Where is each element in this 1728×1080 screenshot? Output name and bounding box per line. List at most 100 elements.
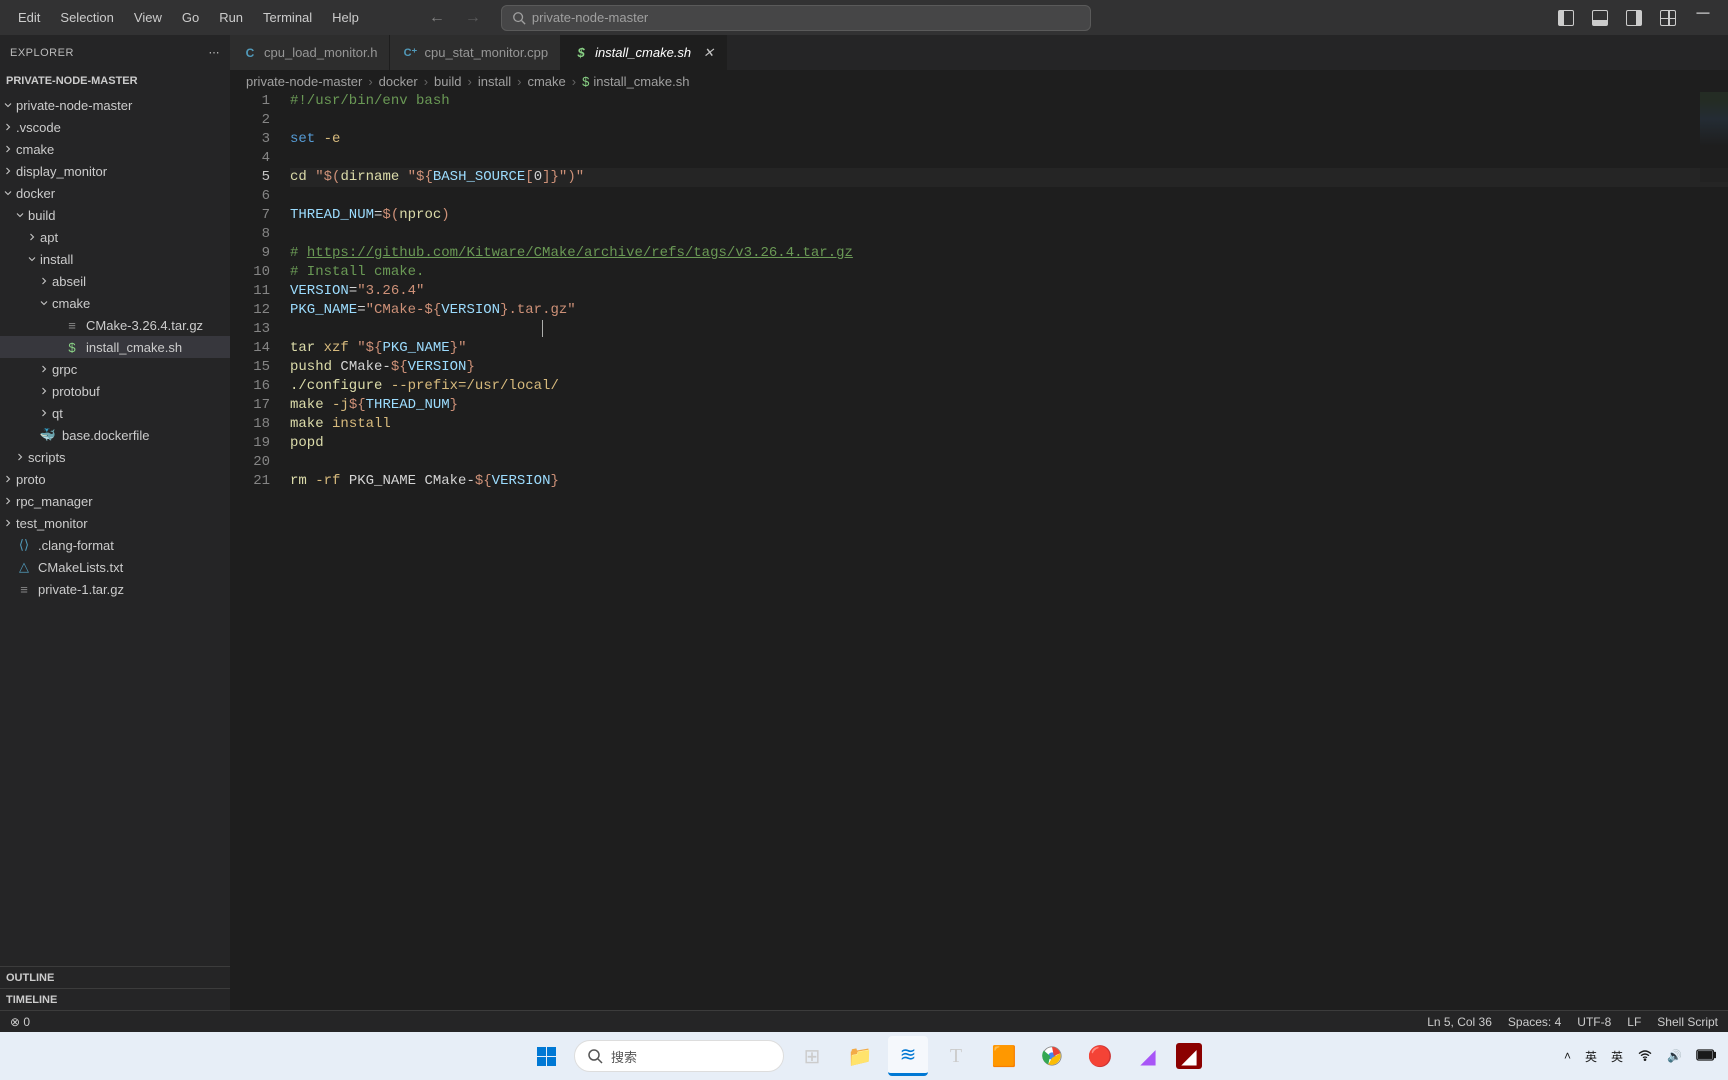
app-icon-1[interactable]: 🟧 xyxy=(984,1036,1024,1076)
toggle-primary-sidebar-icon[interactable] xyxy=(1558,10,1574,26)
tree-folder[interactable]: cmake xyxy=(0,292,230,314)
file-tree[interactable]: private-node-master.vscodecmakedisplay_m… xyxy=(0,92,230,966)
code-line[interactable]: # https://github.com/Kitware/CMake/archi… xyxy=(290,244,1728,263)
breadcrumb-item[interactable]: docker xyxy=(379,74,418,89)
minimize-icon[interactable]: － xyxy=(1694,10,1712,26)
code-line[interactable]: rm -rf PKG_NAME CMake-${VERSION} xyxy=(290,472,1728,491)
status-eol[interactable]: LF xyxy=(1627,1015,1641,1029)
status-encoding[interactable]: UTF-8 xyxy=(1577,1015,1611,1029)
code-line[interactable]: cd "$(dirname "${BASH_SOURCE[0]}")" xyxy=(290,168,1728,187)
tree-file[interactable]: $install_cmake.sh xyxy=(0,336,230,358)
tree-folder[interactable]: build xyxy=(0,204,230,226)
tree-folder[interactable]: grpc xyxy=(0,358,230,380)
tree-file[interactable]: ⟨⟩.clang-format xyxy=(0,534,230,556)
vscode-icon[interactable]: ≋ xyxy=(888,1036,928,1076)
app-icon-4[interactable]: ◢ xyxy=(1176,1043,1202,1069)
file-explorer-icon[interactable]: 📁 xyxy=(840,1036,880,1076)
tree-folder[interactable]: private-node-master xyxy=(0,94,230,116)
start-button[interactable] xyxy=(526,1036,566,1076)
code-line[interactable] xyxy=(290,187,1728,206)
breadcrumb-item[interactable]: install xyxy=(478,74,511,89)
tree-file[interactable]: 🐳base.dockerfile xyxy=(0,424,230,446)
menu-view[interactable]: View xyxy=(124,4,172,31)
nav-back-icon[interactable]: ← xyxy=(429,9,445,27)
chrome-icon[interactable] xyxy=(1032,1036,1072,1076)
tab-cpu_load_monitor-h[interactable]: Ccpu_load_monitor.h xyxy=(230,35,390,70)
status-spaces[interactable]: Spaces: 4 xyxy=(1508,1015,1561,1029)
system-tray[interactable]: ˄ 英 英 🔊 xyxy=(1564,1047,1716,1066)
tree-folder[interactable]: apt xyxy=(0,226,230,248)
toggle-secondary-sidebar-icon[interactable] xyxy=(1626,10,1642,26)
tree-file[interactable]: ≡private-1.tar.gz xyxy=(0,578,230,600)
tree-folder[interactable]: abseil xyxy=(0,270,230,292)
tab-cpu_stat_monitor-cpp[interactable]: C⁺cpu_stat_monitor.cpp xyxy=(390,35,561,70)
code-line[interactable]: make -j${THREAD_NUM} xyxy=(290,396,1728,415)
code-line[interactable]: popd xyxy=(290,434,1728,453)
menu-help[interactable]: Help xyxy=(322,4,369,31)
code-line[interactable]: set -e xyxy=(290,130,1728,149)
menu-run[interactable]: Run xyxy=(209,4,253,31)
customize-layout-icon[interactable] xyxy=(1660,10,1676,26)
text-app-icon[interactable]: T xyxy=(936,1036,976,1076)
code-line[interactable] xyxy=(290,453,1728,472)
menu-edit[interactable]: Edit xyxy=(8,4,50,31)
explorer-more-icon[interactable]: ⋯ xyxy=(209,46,221,59)
code-line[interactable] xyxy=(290,149,1728,168)
battery-icon[interactable] xyxy=(1696,1049,1716,1064)
minimap[interactable] xyxy=(1700,92,1728,182)
windows-search[interactable]: 搜索 xyxy=(574,1040,784,1072)
volume-icon[interactable]: 🔊 xyxy=(1667,1049,1682,1063)
editor-body[interactable]: 123456789101112131415161718192021 #!/usr… xyxy=(230,92,1728,1010)
tree-folder[interactable]: qt xyxy=(0,402,230,424)
tree-folder[interactable]: scripts xyxy=(0,446,230,468)
menu-selection[interactable]: Selection xyxy=(50,4,123,31)
code-line[interactable]: VERSION="3.26.4" xyxy=(290,282,1728,301)
menu-go[interactable]: Go xyxy=(172,4,209,31)
tree-folder[interactable]: rpc_manager xyxy=(0,490,230,512)
tree-folder[interactable]: install xyxy=(0,248,230,270)
wifi-icon[interactable] xyxy=(1637,1047,1653,1066)
tree-folder[interactable]: docker xyxy=(0,182,230,204)
breadcrumbs[interactable]: private-node-master›docker›build›install… xyxy=(230,70,1728,92)
code-line[interactable] xyxy=(290,320,1728,339)
status-cursor-pos[interactable]: Ln 5, Col 36 xyxy=(1427,1015,1492,1029)
task-view-icon[interactable]: ⊞ xyxy=(792,1036,832,1076)
project-header[interactable]: PRIVATE-NODE-MASTER xyxy=(0,70,230,92)
code-line[interactable]: # Install cmake. xyxy=(290,263,1728,282)
tree-folder[interactable]: protobuf xyxy=(0,380,230,402)
code-line[interactable]: pushd CMake-${VERSION} xyxy=(290,358,1728,377)
breadcrumb-item[interactable]: private-node-master xyxy=(246,74,362,89)
code-line[interactable]: make install xyxy=(290,415,1728,434)
code-line[interactable]: tar xzf "${PKG_NAME}" xyxy=(290,339,1728,358)
status-language[interactable]: Shell Script xyxy=(1657,1015,1718,1029)
tree-folder[interactable]: test_monitor xyxy=(0,512,230,534)
app-icon-3[interactable]: ◢ xyxy=(1128,1036,1168,1076)
command-center-search[interactable]: private-node-master xyxy=(501,5,1091,31)
menu-terminal[interactable]: Terminal xyxy=(253,4,322,31)
ime-status-2[interactable]: 英 xyxy=(1611,1048,1623,1065)
ime-status-1[interactable]: 英 xyxy=(1585,1048,1597,1065)
app-icon-2[interactable]: 🔴 xyxy=(1080,1036,1120,1076)
tray-chevron-icon[interactable]: ˄ xyxy=(1564,1049,1571,1063)
outline-panel-header[interactable]: OUTLINE xyxy=(0,966,230,988)
tree-file[interactable]: △CMakeLists.txt xyxy=(0,556,230,578)
tab-install_cmake-sh[interactable]: $install_cmake.sh✕ xyxy=(561,35,727,70)
tree-folder[interactable]: cmake xyxy=(0,138,230,160)
close-tab-icon[interactable]: ✕ xyxy=(703,45,714,61)
code-line[interactable] xyxy=(290,225,1728,244)
breadcrumb-item[interactable]: cmake xyxy=(527,74,565,89)
tree-folder[interactable]: display_monitor xyxy=(0,160,230,182)
code-line[interactable]: #!/usr/bin/env bash xyxy=(290,92,1728,111)
code-line[interactable]: PKG_NAME="CMake-${VERSION}.tar.gz" xyxy=(290,301,1728,320)
status-errors[interactable]: ⊗ 0 xyxy=(10,1015,30,1029)
timeline-panel-header[interactable]: TIMELINE xyxy=(0,988,230,1010)
tree-folder[interactable]: .vscode xyxy=(0,116,230,138)
nav-forward-icon[interactable]: → xyxy=(465,9,481,27)
code-line[interactable]: THREAD_NUM=$(nproc) xyxy=(290,206,1728,225)
code-content[interactable]: #!/usr/bin/env bash set -e cd "$(dirname "… xyxy=(290,92,1728,1010)
breadcrumb-item[interactable]: build xyxy=(434,74,461,89)
tree-folder[interactable]: proto xyxy=(0,468,230,490)
toggle-panel-icon[interactable] xyxy=(1592,10,1608,26)
tree-file[interactable]: ≡CMake-3.26.4.tar.gz xyxy=(0,314,230,336)
breadcrumb-item[interactable]: install_cmake.sh xyxy=(593,74,689,89)
